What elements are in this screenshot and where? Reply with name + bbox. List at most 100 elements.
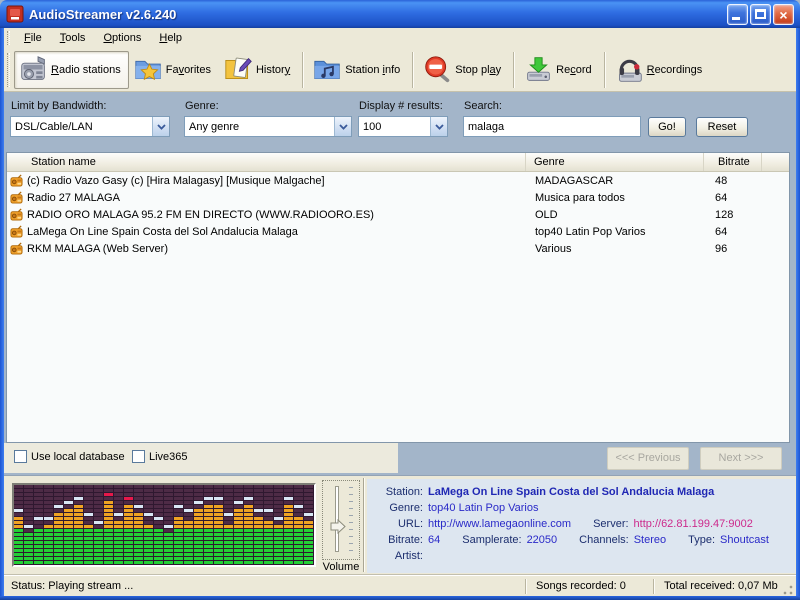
genre-info-value: top40 Latin Pop Varios [428,502,538,514]
type-label: Type: [688,534,715,546]
toolbar-button-recordings[interactable]: Recordings [610,51,711,89]
menu-item-options[interactable]: Options [94,30,150,46]
search-label: Search: [464,100,502,112]
toolbar-button-radio-stations[interactable]: Radio stations [14,51,129,89]
table-row[interactable]: RADIO ORO MALAGA 95.2 FM EN DIRECTO (WWW… [7,206,789,223]
favorites-icon [134,55,163,84]
volume-thumb-icon[interactable] [330,519,346,537]
table-header: Station name Genre Bitrate [7,153,789,172]
volume-slider[interactable] [322,480,360,560]
column-header-bitrate[interactable]: Bitrate [704,153,762,171]
menubar-grip-handle[interactable] [7,31,10,45]
toolbar-separator [604,52,606,88]
server-label: Server: [593,518,628,530]
station-row-icon [10,242,23,255]
window-border-left [0,28,4,600]
table-row[interactable]: (c) Radio Vazo Gasy (c) [Hira Malagasy] … [7,172,789,189]
menu-item-tools[interactable]: Tools [51,30,95,46]
bitrate-cell: 64 [704,192,762,204]
station-row-icon [10,208,23,221]
genre-cell: OLD [526,209,704,221]
genre-label: Genre: [185,100,219,112]
songs-recorded-text: Songs recorded: 0 [527,580,653,592]
toolbar-button-station-info[interactable]: Station info [308,51,408,89]
checkbox-icon[interactable] [14,450,27,463]
url-label: URL: [369,518,423,530]
stop-play-icon [423,55,452,84]
bitrate-cell: 64 [704,226,762,238]
table-row[interactable]: RKM MALAGA (Web Server) Various96 [7,240,789,257]
checkbox-icon[interactable] [132,450,145,463]
toolbar-button-history[interactable]: History [219,51,298,89]
genre-info-label: Genre: [369,502,423,514]
bandwidth-select[interactable]: DSL/Cable/LAN [10,116,170,137]
use-local-database-checkbox[interactable]: Use local database [14,450,125,463]
toolbar-button-label: Station info [345,64,400,76]
titlebar: AudioStreamer v2.6.240 × [0,0,800,28]
toolbar-button-label: Radio stations [51,64,121,76]
genre-cell: Musica para todos [526,192,704,204]
go-button[interactable]: Go! [648,117,686,137]
chevron-down-icon[interactable] [430,117,447,136]
reset-button[interactable]: Reset [696,117,748,137]
resize-grip-icon[interactable] [782,584,794,596]
close-button[interactable]: × [773,4,794,25]
station-name-cell: RKM MALAGA (Web Server) [27,243,168,255]
toolbar-button-label: Favorites [166,64,211,76]
station-value: LaMega On Line Spain Costa del Sol Andal… [428,486,714,498]
live365-checkbox[interactable]: Live365 [132,450,188,463]
radio-stations-icon [19,55,48,84]
table-row[interactable]: LaMega On Line Spain Costa del Sol Andal… [7,223,789,240]
genre-cell: top40 Latin Pop Varios [526,226,704,238]
station-info-icon [313,55,342,84]
server-value: http://62.81.199.47:9002 [634,518,753,530]
results-label: Display # results: [359,100,443,112]
statusbar: Status: Playing stream ... Songs recorde… [4,575,796,596]
spectrum-analyzer [12,483,316,567]
toolbar-grip-handle[interactable] [7,53,10,87]
toolbar-button-stop-play[interactable]: Stop play [418,51,509,89]
column-header-genre[interactable]: Genre [526,153,704,171]
toolbar-button-label: Stop play [455,64,501,76]
window-border-right [796,28,800,600]
menu-item-help[interactable]: Help [150,30,191,46]
station-row-icon [10,191,23,204]
window-title: AudioStreamer v2.6.240 [29,7,727,22]
bitrate-cell: 96 [704,243,762,255]
channels-label: Channels: [579,534,629,546]
search-input[interactable] [463,116,641,137]
column-header-station-name[interactable]: Station name [7,153,526,171]
type-value: Shoutcast [720,534,769,546]
chevron-down-icon[interactable] [334,117,351,136]
station-name-cell: RADIO ORO MALAGA 95.2 FM EN DIRECTO (WWW… [27,209,374,221]
bandwidth-label: Limit by Bandwidth: [11,100,106,112]
results-select[interactable]: 100 [358,116,448,137]
toolbar: Radio stations Favorites History Station in… [4,48,796,92]
next-button[interactable]: Next >>> [700,447,782,470]
menubar: FileToolsOptionsHelp [4,28,796,48]
toolbar-button-record[interactable]: Record [519,51,599,89]
table-row[interactable]: Radio 27 MALAGA Musica para todos64 [7,189,789,206]
maximize-button[interactable] [750,4,771,25]
toolbar-button-favorites[interactable]: Favorites [129,51,219,89]
recordings-icon [615,55,644,84]
column-header-filler [762,153,789,171]
bitrate-cell: 48 [704,175,762,187]
previous-button[interactable]: <<< Previous [607,447,689,470]
station-name-cell: LaMega On Line Spain Costa del Sol Andal… [27,226,298,238]
genre-select[interactable]: Any genre [184,116,352,137]
app-window: AudioStreamer v2.6.240 × FileToolsOption… [0,0,800,600]
menu-item-file[interactable]: File [15,30,51,46]
bitrate-cell: 128 [704,209,762,221]
now-playing-panel: Station: LaMega On Line Spain Costa del … [367,479,795,573]
genre-cell: Various [526,243,704,255]
main-panel: Limit by Bandwidth: Genre: Display # res… [4,92,796,575]
chevron-down-icon[interactable] [152,117,169,136]
history-icon [224,55,253,84]
toolbar-button-label: Record [556,64,591,76]
station-name-cell: Radio 27 MALAGA [27,192,120,204]
url-value[interactable]: http://www.lamegaonline.com [428,518,571,530]
station-row-icon [10,174,23,187]
minimize-button[interactable] [727,4,748,25]
toolbar-button-label: History [256,64,290,76]
